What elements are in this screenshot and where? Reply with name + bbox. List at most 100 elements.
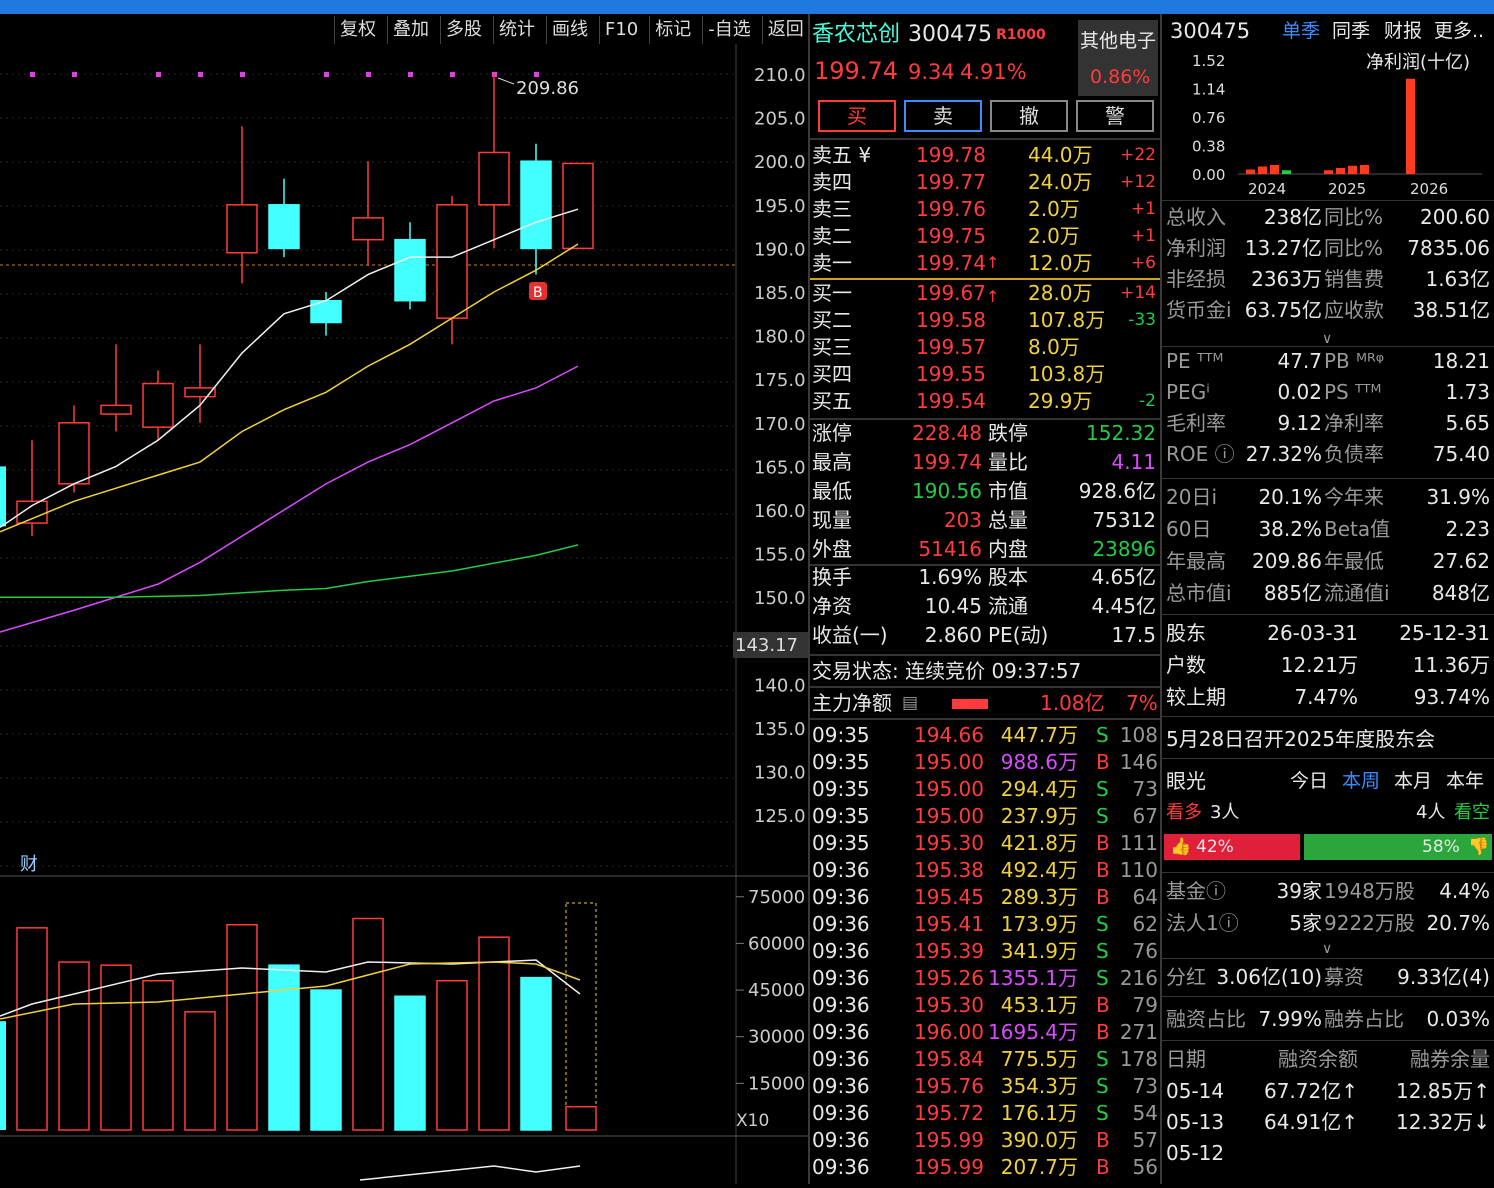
price-axis-label: 125.0 [754, 806, 806, 827]
signal-dot [240, 72, 245, 77]
volume-bar [565, 1105, 597, 1131]
toolbar-btn-7[interactable]: -自选 [702, 16, 756, 44]
price-axis-label: 150.0 [754, 588, 806, 609]
fin-tab-0[interactable]: 单季 [1282, 18, 1320, 44]
top-bar [0, 0, 1494, 14]
toolbar-btn-0[interactable]: 复权 [334, 16, 381, 44]
candle[interactable] [100, 404, 132, 415]
fin-y-label: 0.76 [1192, 109, 1225, 127]
fin-row: 法人1ⓘ 5家 9222万股 20.7% [1166, 911, 1490, 935]
eye-tab-3[interactable]: 本年 [1446, 768, 1484, 794]
finance-panel: 300475 净利润(十亿) 1.52 1.14 0.76 0.38 0.00 2024 2… [1162, 14, 1494, 1184]
sector-box[interactable]: 其他电子 0.86% [1078, 20, 1158, 96]
price-axis-label: 165.0 [754, 457, 806, 478]
toolbar-btn-6[interactable]: 标记 [649, 16, 696, 44]
fin-row: 户数 12.21万 11.36万 [1166, 653, 1490, 677]
fin-tab-2[interactable]: 财报 [1384, 18, 1422, 44]
volume-axis-label: 45000 [748, 980, 805, 1001]
candle[interactable] [226, 204, 258, 254]
price-axis-label: 155.0 [754, 545, 806, 566]
volume-axis-label: 75000 [748, 887, 805, 908]
meeting-notice[interactable]: 5月28日召开2025年度股东会 [1166, 726, 1435, 752]
index-tag: R1000 [996, 27, 1046, 43]
kline-chart[interactable]: 210.0 205.0 200.0 195.0 190.0 185.0 180.0 175.0… [0, 44, 808, 1184]
order-book-row[interactable]: 买五 199.54 29.9万 -2 [810, 388, 1160, 415]
price-axis-label: 200.0 [754, 152, 806, 173]
fin-x-label: 2026 [1410, 180, 1448, 198]
fin-y-label: 0.38 [1192, 138, 1225, 156]
candle[interactable] [58, 422, 90, 485]
toolbar-btn-2[interactable]: 多股 [440, 16, 487, 44]
fin-y-label: 1.52 [1192, 52, 1225, 70]
fin-code: 300475 [1170, 19, 1251, 43]
price-change: 9.34 [908, 60, 955, 84]
toolbar-btn-4[interactable]: 画线 [546, 16, 593, 44]
signal-dot [324, 72, 329, 77]
candle[interactable] [520, 160, 552, 250]
signal-dot [408, 72, 413, 77]
thumbs-up-icon[interactable]: 👍 [1170, 834, 1191, 860]
toolbar-btn-1[interactable]: 叠加 [387, 16, 434, 44]
order-book-row[interactable]: 卖三 199.76 2.0万 +1 [810, 196, 1160, 223]
bull-pct: 42% [1196, 837, 1234, 857]
trade-btn-0[interactable]: 买 [818, 100, 896, 132]
bear-bar[interactable] [1304, 834, 1492, 860]
eye-tab-2[interactable]: 本月 [1394, 768, 1432, 794]
fin-tab-1[interactable]: 同季 [1332, 18, 1370, 44]
fin-row: 分红 3.06亿(10) 募资 9.33亿(4) [1166, 965, 1490, 989]
order-book-row[interactable]: 卖四 199.77 24.0万 +12 [810, 169, 1160, 196]
finance-marker[interactable]: 财 [20, 854, 38, 875]
candle[interactable] [352, 217, 384, 241]
candle[interactable] [142, 382, 174, 428]
volume-bar [16, 927, 48, 1131]
fin-x-label: 2024 [1248, 180, 1286, 198]
trade-btn-3[interactable]: 警 [1076, 100, 1154, 132]
profit-bar [1258, 166, 1267, 174]
tick-row: 09:35 195.00 988.6万 B 146 [812, 750, 1158, 774]
candle[interactable] [394, 238, 426, 302]
fin-row: PE ᵀᵀᴹ 47.7 PB ᴹᴿᵠ 18.21 [1166, 349, 1490, 373]
order-book-row[interactable]: 卖二 199.75 2.0万 +1 [810, 223, 1160, 250]
thumbs-down-icon[interactable]: 👎 [1468, 834, 1489, 860]
toolbar-btn-5[interactable]: F10 [599, 16, 643, 44]
eye-tab-0[interactable]: 今日 [1290, 768, 1328, 794]
profit-bar [1360, 165, 1369, 174]
fin-tab-3[interactable]: 更多.. [1434, 18, 1484, 44]
fin-row: 年最高 209.86 年最低 27.62 [1166, 549, 1490, 573]
candle[interactable] [436, 204, 468, 319]
ma-line [0, 544, 579, 598]
volume-bar [520, 976, 552, 1131]
profit-bar [1270, 165, 1279, 174]
kline-svg[interactable]: 210.0 205.0 200.0 195.0 190.0 185.0 180.0 175.0… [0, 44, 808, 1184]
order-book-row[interactable]: 卖一 199.74 12.0万 +6 [810, 250, 1160, 277]
fin-row: 60日 38.2% Beta值 2.23 [1166, 517, 1490, 541]
candle[interactable] [268, 204, 300, 250]
order-book-row[interactable]: 买三 199.57 8.0万 [810, 334, 1160, 361]
toolbar-btn-3[interactable]: 统计 [493, 16, 540, 44]
candle[interactable] [562, 162, 594, 250]
stat-row: 净资 10.45 流通 4.45亿 [812, 594, 1156, 618]
sector-name: 其他电子 [1080, 30, 1157, 52]
trade-btn-1[interactable]: 卖 [904, 100, 982, 132]
main-flow-bar [952, 699, 988, 709]
trade-btn-2[interactable]: 撤 [990, 100, 1068, 132]
bear-count: 4人 [1416, 802, 1446, 823]
price-axis-label: 135.0 [754, 719, 806, 740]
order-book-row[interactable]: 买四 199.55 103.8万 [810, 361, 1160, 388]
candle[interactable] [478, 151, 510, 206]
list-icon[interactable]: ▤ [902, 690, 918, 716]
tick-row: 09:35 195.00 237.9万 S 67 [812, 804, 1158, 828]
tick-row: 09:36 195.99 207.7万 B 56 [812, 1155, 1158, 1179]
volume-axis-label: 15000 [748, 1073, 805, 1094]
order-book-row[interactable]: 卖五 ¥199.78 44.0万 +22 [810, 142, 1160, 169]
toolbar-btn-8[interactable]: 返回 [761, 16, 809, 44]
price-axis-label: 210.0 [754, 65, 806, 86]
fin-row: 05-12 [1166, 1141, 1225, 1165]
sector-pct: 0.86% [1090, 66, 1151, 88]
order-book-row[interactable]: 买一 199.67 28.0万 +14 [810, 280, 1160, 307]
eye-tab-1[interactable]: 本周 [1342, 768, 1380, 794]
fin-y-label: 1.14 [1192, 81, 1225, 99]
fin-y-label: 0.00 [1192, 166, 1225, 184]
tick-row: 09:36 195.76 354.3万 S 73 [812, 1074, 1158, 1098]
order-book-row[interactable]: 买二 199.58 107.8万 -33 [810, 307, 1160, 334]
